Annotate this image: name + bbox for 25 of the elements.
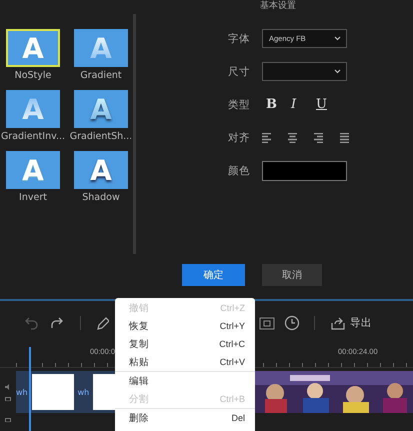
clip-label: wh xyxy=(16,388,28,396)
style-label: GradientInv... xyxy=(0,131,66,142)
setting-label: 对齐 xyxy=(228,130,248,144)
export-button[interactable]: 导出 xyxy=(331,316,372,330)
menu-item[interactable]: 删除 Del xyxy=(115,409,255,427)
cancel-button[interactable]: 取消 xyxy=(262,264,322,286)
setting-label: 字体 xyxy=(228,32,248,46)
menu-item[interactable]: 复制 Ctrl+C xyxy=(115,335,255,353)
style-label: NoStyle xyxy=(14,70,52,81)
style-label: Gradient xyxy=(80,70,122,81)
clip-label: wh xyxy=(78,388,90,396)
bold-button[interactable]: B xyxy=(262,97,287,112)
section-heading: 基本设置 xyxy=(260,0,297,12)
setting-label: 尺寸 xyxy=(228,64,248,78)
underline-button[interactable]: U xyxy=(312,97,337,112)
style-label: GradientSh... xyxy=(70,131,131,142)
menu-item[interactable]: 编辑 xyxy=(115,372,255,390)
menu-item[interactable]: 恢复 Ctrl+Y xyxy=(115,317,255,335)
menu-item[interactable]: 粘贴 Ctrl+V xyxy=(115,353,255,371)
style-label: Invert xyxy=(19,192,47,203)
setting-label: 类型 xyxy=(228,98,248,112)
italic-button[interactable]: I xyxy=(287,97,312,112)
setting-label: 颜色 xyxy=(228,164,248,178)
style-label: Shadow xyxy=(82,192,120,203)
confirm-button[interactable]: 确定 xyxy=(182,264,245,286)
